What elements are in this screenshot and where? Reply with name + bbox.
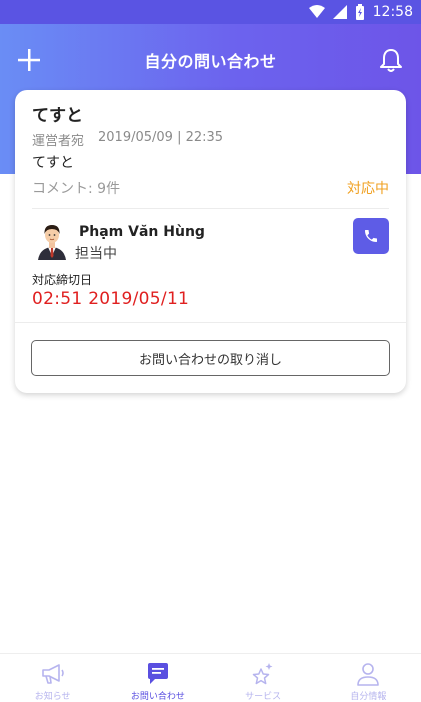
tab-label: 自分情報 [350,692,387,702]
status-time: 12:58 [372,4,413,20]
chat-icon [147,663,168,684]
tab-label: サービス [245,692,282,702]
header-bar: 自分の問い合わせ [0,24,421,96]
comment-count[interactable]: コメント: 9件 [32,178,120,198]
tab-services[interactable]: サービス [211,654,316,702]
megaphone-icon [41,664,64,684]
bell-icon[interactable] [377,46,405,74]
add-inquiry-button[interactable] [16,47,42,73]
page-title: 自分の問い合わせ [144,52,277,71]
comment-row: コメント: 9件 対応中 [32,178,389,198]
bottom-tab-bar: お知らせ お問い合わせ サービス 自分情報 [0,653,421,702]
call-button[interactable] [353,218,389,254]
divider [15,322,406,323]
sparkle-star-icon [252,663,273,685]
signal-icon [332,5,347,19]
status-badge: 対応中 [347,181,389,197]
inquiry-title: てすと [32,106,83,126]
assignee-section: Phạm Văn Hùng 担当中 [32,218,389,266]
assignee-role: 担当中 [75,246,117,262]
tab-label: お知らせ [34,692,71,702]
deadline-label: 対応締切日 [32,273,93,287]
inquiry-datetime: 2019/05/09 | 22:35 [98,130,224,145]
tab-inquiries[interactable]: お問い合わせ [105,654,210,702]
battery-charging-icon [355,4,364,20]
inquiry-body: てすと [32,155,74,171]
assignee-name: Phạm Văn Hùng [79,224,205,240]
inquiry-meta: 運営者宛 2019/05/09 | 22:35 [32,130,223,149]
wifi-icon [308,5,325,18]
cancel-inquiry-button[interactable]: お問い合わせの取り消し [31,340,390,376]
person-icon [357,663,380,686]
tab-profile[interactable]: 自分情報 [316,654,421,702]
deadline-value: 02:51 2019/05/11 [32,289,190,309]
tab-label: お問い合わせ [130,692,185,702]
tab-notifications[interactable]: お知らせ [0,654,105,702]
avatar [38,225,66,260]
phone-icon [365,230,377,242]
inquiry-sender: 運営者宛 [32,134,85,149]
inquiry-card[interactable]: てすと 運営者宛 2019/05/09 | 22:35 てすと コメント: 9件… [15,90,406,393]
divider [32,208,389,209]
status-bar: 12:58 [0,0,421,24]
